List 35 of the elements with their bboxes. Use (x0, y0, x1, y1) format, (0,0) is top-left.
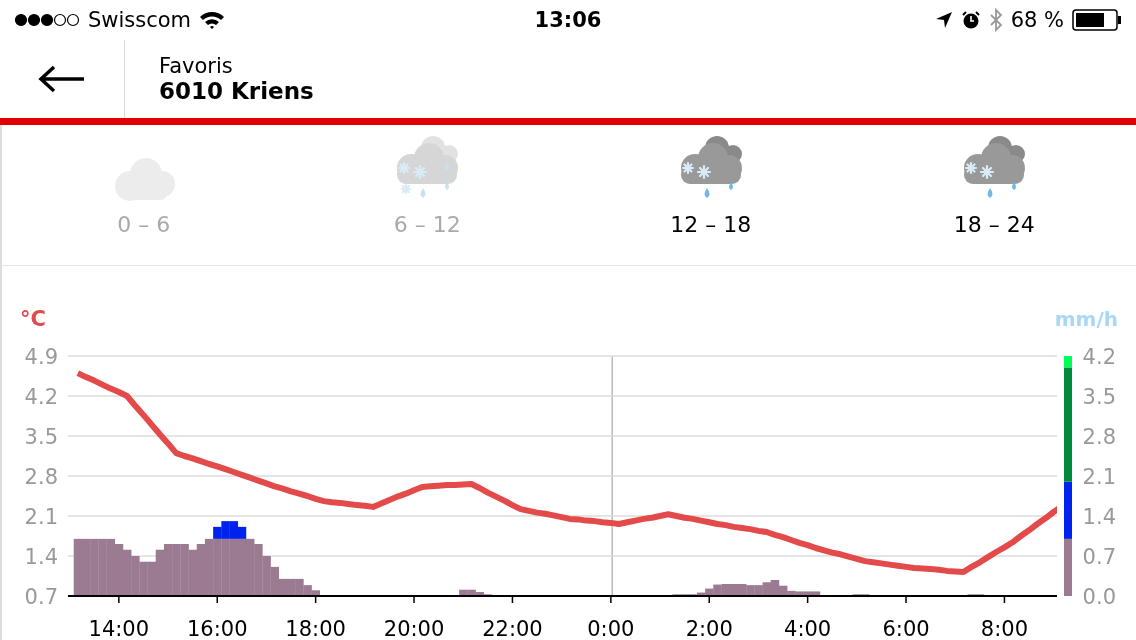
x-tick-label: 14:00 (88, 617, 150, 640)
carrier-name: Swisscom (88, 8, 192, 32)
y-tick-label: 3.5 (24, 425, 58, 449)
y-tick-label: 1.4 (1082, 505, 1116, 529)
period-label: 18 – 24 (953, 212, 1035, 237)
battery-percentage: 68 % (1010, 8, 1064, 32)
axis-unit-label: mm/h (1054, 307, 1118, 331)
y-tick-label: 2.8 (24, 465, 58, 489)
axis-unit-label: °C (20, 307, 46, 331)
x-tick-label: 8:00 (980, 617, 1029, 640)
y-tick-label: 2.8 (1082, 425, 1116, 449)
y-tick-label: 3.5 (1082, 385, 1116, 409)
y-tick-label: 1.4 (24, 545, 58, 569)
period-label: 0 – 6 (117, 212, 171, 237)
x-tick-label: 16:00 (186, 617, 248, 640)
x-tick-label: 0:00 (587, 617, 635, 640)
clock-time: 13:06 (534, 8, 602, 32)
x-tick-label: 4:00 (784, 617, 832, 640)
y-tick-label: 2.1 (1082, 465, 1116, 489)
y-tick-label: 0.7 (1082, 545, 1116, 569)
x-tick-label: 6:00 (882, 617, 930, 640)
period-label: 12 – 18 (670, 212, 752, 237)
x-tick-label: 2:00 (685, 617, 733, 640)
y-tick-label: 0.0 (1082, 585, 1116, 609)
header-title: 6010 Kriens (159, 78, 314, 104)
x-tick-label: 22:00 (482, 617, 543, 640)
y-tick-label: 4.9 (24, 345, 58, 369)
y-tick-label: 2.1 (24, 505, 58, 529)
header-subtitle: Favoris (159, 54, 234, 78)
x-tick-label: 20:00 (383, 617, 445, 640)
period-label: 6 – 12 (393, 212, 461, 237)
x-tick-label: 18:00 (285, 617, 346, 640)
y-tick-label: 0.7 (24, 585, 58, 609)
y-tick-label: 4.2 (1082, 345, 1116, 369)
y-tick-label: 4.2 (24, 385, 58, 409)
